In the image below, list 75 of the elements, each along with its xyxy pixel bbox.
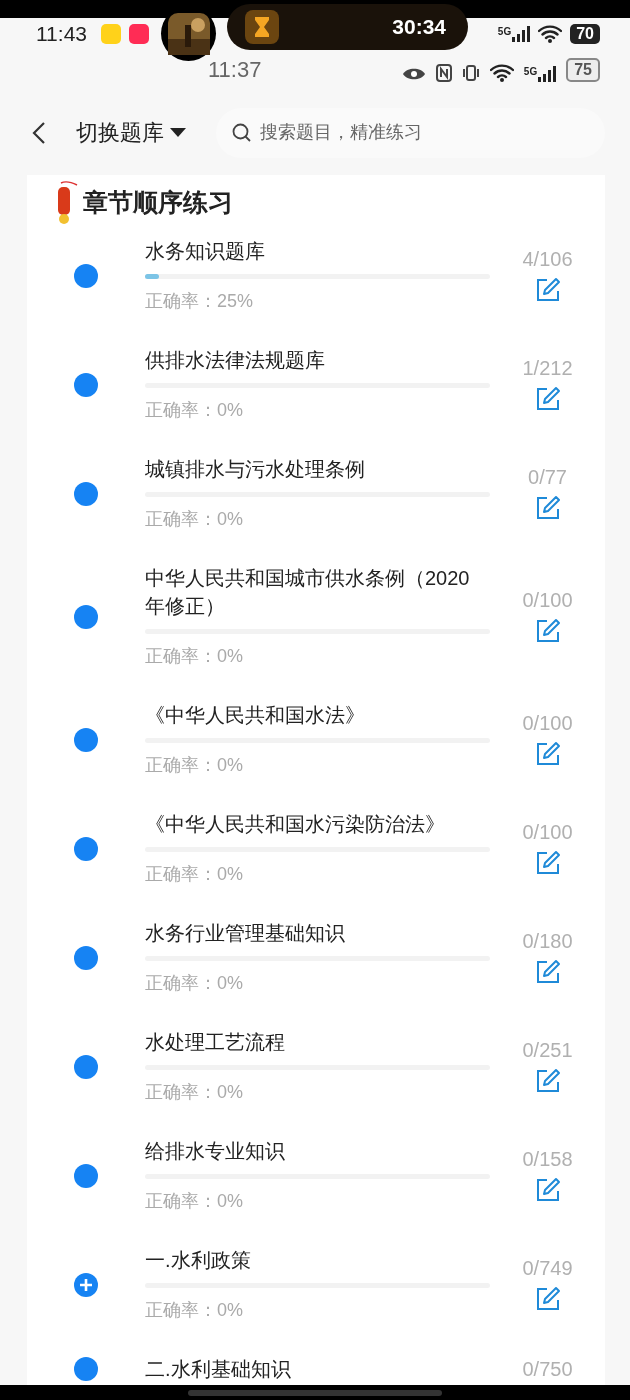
clock-time: 11:43 [36, 22, 87, 46]
timer-text: 30:34 [392, 15, 446, 39]
signal-icon [512, 26, 531, 42]
accuracy-text: 正确率：0% [145, 972, 244, 995]
network-label: 5G [523, 66, 538, 77]
chapter-title[interactable]: 水务知识题库 [145, 237, 490, 265]
edit-icon[interactable] [534, 959, 561, 985]
status-dot [74, 481, 98, 506]
edit-icon[interactable] [534, 850, 561, 876]
vibrate-icon [461, 64, 480, 82]
edit-icon[interactable] [534, 277, 561, 303]
eye-icon [401, 66, 426, 82]
status-dot [74, 836, 98, 861]
chapter-title[interactable]: 给排水专业知识 [145, 1137, 490, 1165]
accuracy-text: 正确率：0% [145, 1081, 244, 1104]
chapter-title[interactable]: 中华人民共和国城市供水条例（2020 年修正） [145, 564, 490, 620]
status-dot [74, 727, 98, 752]
accuracy-text: 正确率：0% [145, 1299, 244, 1322]
edit-icon[interactable] [534, 495, 561, 521]
question-count: 0/158 [522, 1148, 573, 1171]
accuracy-text: 正确率：0% [145, 754, 244, 777]
battery-level: 70 [570, 24, 600, 44]
question-count: 0/100 [522, 589, 573, 612]
edit-icon[interactable] [534, 741, 561, 767]
wifi-icon [489, 64, 514, 82]
question-count: 0/749 [522, 1257, 573, 1280]
question-count: 0/251 [522, 1039, 573, 1062]
accuracy-text: 正确率：0% [145, 508, 244, 531]
status-dot [74, 945, 98, 970]
question-count: 0/180 [522, 930, 573, 953]
bank-switch-button[interactable]: 切换题库 [76, 117, 186, 148]
accuracy-text: 正确率：25% [145, 290, 255, 313]
accuracy-text: 正确率：0% [145, 863, 244, 886]
question-count: 0/100 [522, 712, 573, 735]
chapter-title[interactable]: 《中华人民共和国水污染防治法》 [145, 810, 490, 838]
edit-icon[interactable] [534, 386, 561, 412]
nfc-icon [435, 64, 452, 82]
question-count: 4/106 [522, 248, 573, 271]
status-dot [74, 1357, 98, 1381]
edit-icon[interactable] [534, 1068, 561, 1094]
chapter-title[interactable]: 二.水利基础知识 [145, 1355, 490, 1383]
chapter-title[interactable]: 水处理工艺流程 [145, 1028, 490, 1056]
edit-icon[interactable] [534, 618, 561, 644]
back-icon [32, 120, 46, 145]
app-icon [101, 24, 121, 44]
app-icon [129, 24, 149, 44]
question-count: 1/212 [522, 357, 573, 380]
clock-time: 11:37 [208, 58, 262, 82]
section-title: 章节顺序练习 [83, 186, 233, 218]
question-count: 0/750 [522, 1357, 573, 1381]
chapter-title[interactable]: 城镇排水与污水处理条例 [145, 455, 490, 483]
question-count: 0/100 [522, 821, 573, 844]
edit-icon[interactable] [534, 1286, 561, 1312]
accuracy-text: 正确率：0% [145, 399, 244, 422]
status-dot [74, 372, 98, 397]
hourglass-icon [254, 16, 270, 38]
network-label: 5G [497, 26, 512, 37]
status-dot [74, 604, 98, 629]
question-count: 0/77 [528, 466, 567, 489]
chapter-title[interactable]: 一.水利政策 [145, 1246, 490, 1274]
chapter-title[interactable]: 《中华人民共和国水法》 [145, 701, 490, 729]
signal-icon [538, 66, 557, 82]
status-dot [74, 263, 98, 288]
plus-icon[interactable] [74, 1272, 98, 1297]
battery-level: 75 [566, 58, 600, 82]
wifi-icon [538, 25, 563, 43]
chapter-title[interactable]: 水务行业管理基础知识 [145, 919, 490, 947]
accuracy-text: 正确率：0% [145, 645, 244, 668]
chapter-title[interactable]: 供排水法律法规题库 [145, 346, 490, 374]
accuracy-text: 正确率：0% [145, 1190, 244, 1213]
edit-icon[interactable] [534, 1177, 561, 1203]
status-dot [74, 1163, 98, 1188]
status-dot [74, 1054, 98, 1079]
caret-icon [170, 127, 186, 138]
search-icon [232, 122, 252, 143]
